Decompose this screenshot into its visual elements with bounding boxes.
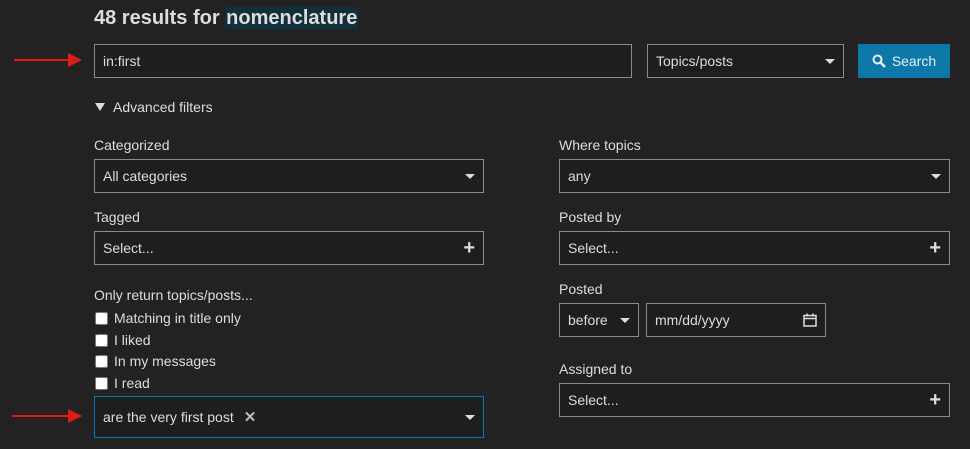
assigned-to-select[interactable]: Select... + [559,383,950,417]
chevron-down-icon [825,58,835,64]
checkbox-box[interactable] [95,376,108,390]
plus-icon: + [929,237,941,259]
category-select[interactable]: All categories [94,159,484,193]
assigned-to-label: Assigned to [559,361,633,377]
search-button-label: Search [891,53,937,69]
where-topics-value: any [568,168,591,184]
posted-label: Posted [559,281,603,297]
checkbox-box[interactable] [95,354,108,368]
categorized-label: Categorized [94,137,170,153]
results-count-text: 48 results for [94,7,220,29]
posted-relation-select[interactable]: before [559,303,639,337]
posted-date-input[interactable]: mm/dd/yyyy [646,303,826,337]
only-return-label: Only return topics/posts... [94,287,253,303]
posted-date-placeholder: mm/dd/yyyy [655,312,730,328]
checkbox-read[interactable]: I read [95,375,150,391]
search-type-select[interactable]: Topics/posts [647,44,844,78]
posted-by-select[interactable]: Select... + [559,231,950,265]
results-heading: 48 results for nomenclature [94,7,359,30]
checkbox-liked[interactable]: I liked [95,332,151,348]
checkbox-label: Matching in title only [114,310,241,326]
checkbox-title-only[interactable]: Matching in title only [95,310,241,326]
plus-icon: + [463,237,475,259]
checkbox-label: I liked [114,332,151,348]
advanced-filters-label: Advanced filters [113,99,213,115]
plus-icon: + [929,389,941,411]
search-icon [872,54,886,68]
checkbox-box[interactable] [95,311,108,325]
search-type-value: Topics/posts [656,53,734,69]
where-topics-select[interactable]: any [559,159,950,193]
search-button[interactable]: Search [858,44,950,78]
post-filter-value: are the very first post [103,409,234,425]
tagged-label: Tagged [94,209,140,225]
posted-relation-value: before [568,312,608,328]
post-filter-select[interactable]: are the very first post ✕ [94,396,484,438]
annotation-arrow-search [14,53,82,67]
chevron-down-icon [931,173,941,179]
chevron-down-icon [465,414,475,420]
search-input[interactable]: in:first [94,44,632,78]
checkbox-label: In my messages [114,353,216,369]
where-topics-label: Where topics [559,137,641,153]
posted-by-label: Posted by [559,209,622,225]
category-select-value: All categories [103,168,188,184]
chevron-down-icon [465,173,475,179]
advanced-filters-toggle[interactable]: Advanced filters [95,99,213,115]
tags-select[interactable]: Select... + [94,231,484,265]
clear-icon[interactable]: ✕ [244,408,257,426]
collapse-triangle-icon [95,103,105,111]
search-input-value: in:first [103,53,141,69]
assigned-to-value: Select... [568,392,619,408]
tags-select-value: Select... [103,240,154,256]
checkbox-my-messages[interactable]: In my messages [95,353,216,369]
calendar-icon[interactable] [803,313,817,327]
checkbox-label: I read [114,375,150,391]
query-term: nomenclature [225,7,359,29]
annotation-arrow-filter [12,409,82,423]
posted-by-value: Select... [568,240,619,256]
chevron-down-icon [620,317,630,323]
checkbox-box[interactable] [95,333,108,347]
